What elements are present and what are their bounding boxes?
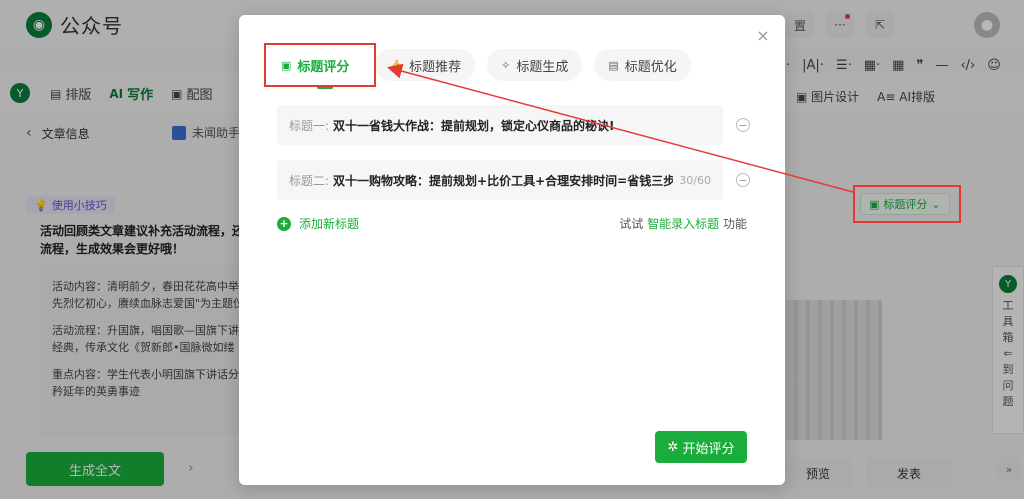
add-new-title-button[interactable]: + 添加新标题 [277, 215, 359, 232]
title-row-label: 标题一: [289, 118, 330, 133]
start-scoring-label: 开始评分 [682, 441, 735, 457]
sparkle-icon: ✲ [667, 439, 679, 455]
plus-icon: + [277, 216, 291, 231]
tab-label: 标题推荐 [409, 59, 462, 75]
thumb-up-icon: 👍 [389, 58, 404, 72]
remove-title-icon[interactable]: − [736, 118, 750, 132]
hint-suffix: 功能 [722, 217, 747, 231]
title-row-text[interactable]: 双十一省钱大作战：提前规划，锁定心仪商品的秘诀! [333, 117, 705, 134]
tab-title-recommend[interactable]: 👍 标题推荐 [375, 49, 476, 81]
title-row-text[interactable]: 双十一购物攻略：提前规划+比价工具+合理安排时间=省钱三步曲 [333, 172, 673, 189]
smart-entry-hint: 试试 智能录入标题 功能 [619, 215, 747, 232]
annotation-box-tab [264, 43, 376, 87]
hint-prefix: 试试 [619, 217, 644, 231]
title-input-row[interactable]: 标题一: 双十一省钱大作战：提前规划，锁定心仪商品的秘诀! [277, 105, 723, 145]
title-char-count: 30/60 [679, 173, 711, 187]
title-tools-dialog: × ▣ 标题评分 👍 标题推荐 ✧ 标题生成 ▤ 标题优化 标题一: 双十一省钱… [239, 15, 785, 485]
tab-title-optimize[interactable]: ▤ 标题优化 [594, 49, 691, 81]
title-input-row[interactable]: 标题二: 双十一购物攻略：提前规划+比价工具+合理安排时间=省钱三步曲 30/6… [277, 160, 723, 200]
tab-label: 标题生成 [516, 59, 569, 75]
close-icon[interactable]: × [753, 25, 773, 45]
magic-wand-icon: ✧ [501, 58, 511, 72]
remove-title-icon[interactable]: − [736, 173, 750, 187]
tab-title-generate[interactable]: ✧ 标题生成 [487, 49, 583, 81]
title-row-label: 标题二: [289, 173, 330, 188]
add-new-title-label: 添加新标题 [299, 217, 360, 231]
start-scoring-button[interactable]: ✲ 开始评分 [655, 431, 747, 463]
smart-entry-link[interactable]: 智能录入标题 [647, 217, 719, 231]
optimize-icon: ▤ [608, 58, 619, 72]
annotation-box-chip [853, 185, 961, 223]
tab-label: 标题优化 [624, 59, 677, 75]
